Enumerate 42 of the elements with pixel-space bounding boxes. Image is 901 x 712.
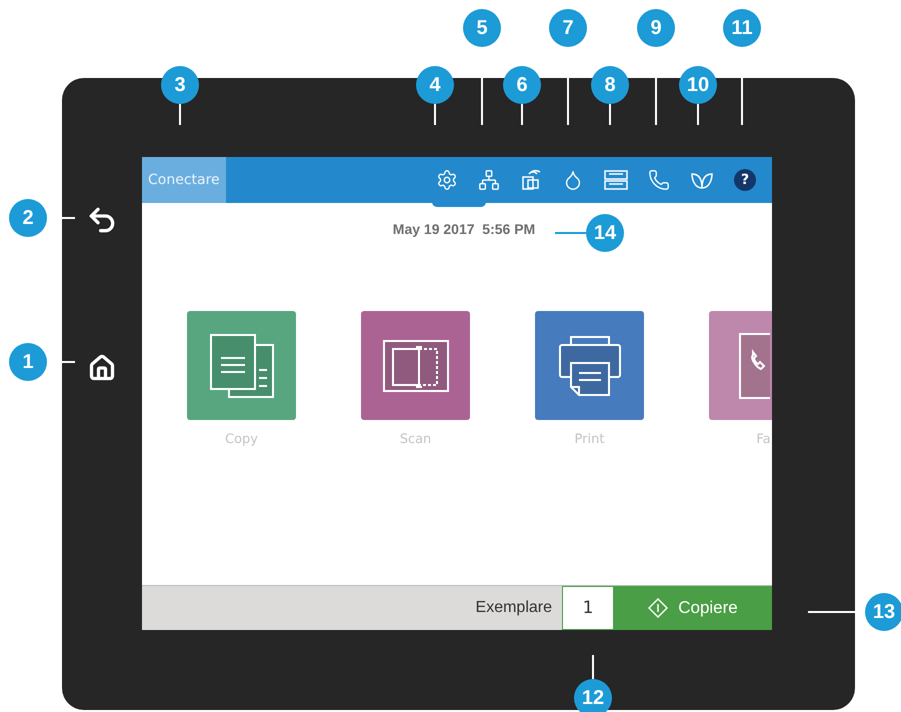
app-label: Copy — [225, 432, 258, 447]
callout-number: 11 — [723, 9, 761, 47]
leader-line — [434, 104, 436, 125]
paper-tray-icon[interactable] — [604, 170, 628, 190]
phone-document-icon — [739, 332, 770, 398]
callout-number: 4 — [416, 66, 454, 104]
copies-label: Exemplare — [476, 599, 552, 617]
network-icon[interactable] — [478, 169, 500, 191]
callout-number: 3 — [161, 66, 199, 104]
callout-number: 6 — [503, 66, 541, 104]
app-tile[interactable] — [187, 311, 296, 420]
app-label: Scan — [400, 432, 432, 447]
wireless-device-icon[interactable] — [520, 169, 542, 191]
leader-line — [697, 104, 699, 125]
leader-line — [592, 655, 594, 679]
start-diamond-icon — [648, 598, 668, 618]
date-time: May 19 2017 5:56 PM — [392, 221, 536, 237]
app-tile[interactable] — [361, 311, 470, 420]
leader-line — [179, 104, 181, 125]
pull-down-handle[interactable] — [432, 201, 486, 207]
help-button[interactable]: ? — [734, 169, 756, 191]
leader-line — [521, 104, 523, 125]
leader-line — [609, 104, 611, 125]
callout-number: 13 — [865, 593, 901, 631]
callout-number: 1 — [9, 343, 47, 381]
copies-field[interactable]: 1 — [562, 586, 614, 630]
app-label: Print — [574, 432, 604, 447]
app-label: Fa — [756, 432, 771, 447]
printer-icon — [558, 336, 620, 396]
documents-icon — [208, 334, 274, 398]
app-tile[interactable] — [535, 311, 644, 420]
phone-icon[interactable] — [648, 169, 670, 191]
callout-number: 2 — [9, 199, 47, 237]
callout-number: 8 — [591, 66, 629, 104]
home-icon[interactable] — [88, 354, 116, 382]
callout-number: 9 — [637, 9, 675, 47]
scanner-bed-icon — [382, 340, 448, 392]
callout-number: 10 — [679, 66, 717, 104]
settings-icon[interactable] — [436, 169, 458, 191]
callout-number: 5 — [463, 9, 501, 47]
callout-number: 7 — [549, 9, 587, 47]
leader-line — [555, 232, 586, 234]
